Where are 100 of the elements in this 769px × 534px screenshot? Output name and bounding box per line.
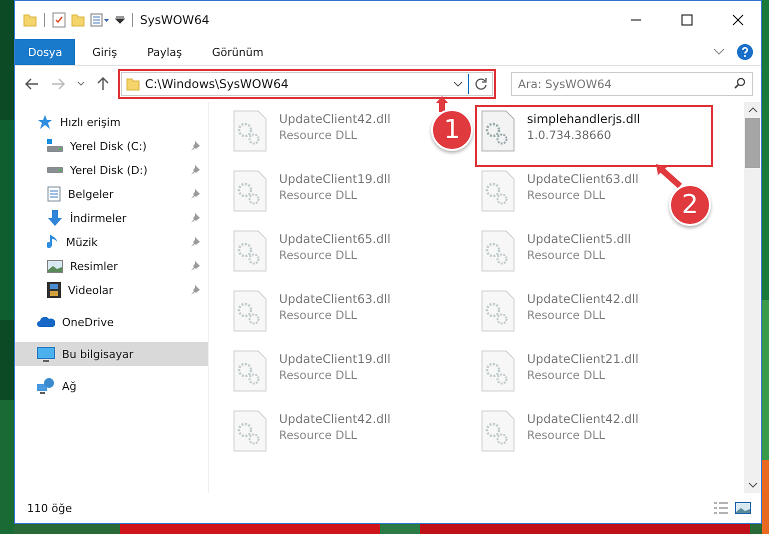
sidebar-label: İndirmeler [70, 212, 126, 224]
sidebar-label: Videolar [68, 284, 114, 296]
up-arrow-icon[interactable] [97, 77, 109, 91]
sidebar-item[interactable]: Hızlı erişim [15, 110, 208, 134]
item-count: 110 öğe [27, 502, 72, 514]
file-item[interactable]: UpdateClient19.dll Resource DLL [229, 167, 395, 223]
pin-icon[interactable] [190, 237, 200, 247]
file-detail: Resource DLL [527, 368, 606, 382]
ribbon-tab[interactable]: Dosya [15, 39, 76, 65]
file-detail: Resource DLL [279, 188, 358, 202]
sidebar-label: Yerel Disk (D:) [70, 164, 148, 176]
file-item[interactable]: UpdateClient19.dll Resource DLL [229, 347, 395, 403]
file-name: UpdateClient19.dll [279, 352, 391, 366]
thumbnail-view-icon[interactable] [735, 502, 751, 514]
sidebar-label: OneDrive [62, 316, 114, 328]
file-item[interactable]: UpdateClient21.dll Resource DLL [477, 347, 643, 403]
scroll-down-icon[interactable] [748, 481, 758, 489]
sidebar-item[interactable]: Yerel Disk (C:) [15, 134, 208, 158]
properties-icon[interactable] [90, 13, 110, 27]
file-name: UpdateClient42.dll [279, 412, 391, 426]
music-note-icon [47, 234, 59, 250]
file-name: UpdateClient63.dll [279, 292, 391, 306]
file-name: UpdateClient63.dll [527, 172, 639, 186]
folder-icon [126, 77, 140, 91]
file-detail: Resource DLL [279, 368, 358, 382]
sidebar-label: Bu bilgisayar [62, 348, 134, 360]
file-detail: 1.0.734.38660 [527, 128, 612, 142]
chevron-down-icon[interactable] [453, 81, 463, 87]
help-icon[interactable] [737, 44, 753, 60]
sidebar-item[interactable]: Bu bilgisayar [15, 342, 208, 366]
sidebar-item[interactable]: Ağ [15, 374, 208, 398]
highlighted-file-item[interactable]: simplehandlerjs.dll 1.0.734.38660 [477, 107, 711, 165]
network-icon [37, 378, 55, 394]
document-icon [47, 186, 61, 202]
pin-icon[interactable] [190, 261, 200, 271]
file-name: UpdateClient19.dll [279, 172, 391, 186]
file-detail: Resource DLL [527, 248, 606, 262]
file-detail: Resource DLL [279, 248, 358, 262]
pin-icon[interactable] [190, 141, 200, 151]
sidebar-item[interactable]: OneDrive [15, 310, 208, 334]
pin-icon[interactable] [190, 285, 200, 295]
file-detail: Resource DLL [527, 428, 606, 442]
film-icon [47, 282, 61, 298]
back-arrow-icon[interactable] [25, 78, 39, 90]
file-name: simplehandlerjs.dll [527, 112, 640, 126]
ribbon-tab[interactable]: Giriş [79, 39, 130, 65]
checklist-icon[interactable] [52, 12, 66, 28]
scroll-up-icon[interactable] [748, 106, 758, 114]
file-detail: Resource DLL [279, 428, 358, 442]
sidebar-item[interactable]: Yerel Disk (D:) [15, 158, 208, 182]
file-item[interactable]: UpdateClient65.dll Resource DLL [229, 227, 395, 283]
window-title: SysWOW64 [140, 13, 210, 27]
download-arrow-icon [47, 210, 63, 226]
address-bar[interactable]: C:\Windows\SysWOW64 [121, 72, 493, 96]
sidebar-label: Resimler [70, 260, 118, 272]
expand-ribbon-icon[interactable] [713, 48, 725, 56]
refresh-icon[interactable] [474, 77, 488, 91]
file-item[interactable]: UpdateClient42.dll Resource DLL [477, 407, 643, 463]
details-view-icon[interactable] [713, 502, 729, 514]
dropdown-icon[interactable] [115, 15, 125, 25]
sidebar-label: Hızlı erişim [60, 116, 121, 128]
scrollbar-thumb[interactable] [745, 118, 760, 168]
drive-icon [47, 167, 63, 173]
file-name: UpdateClient42.dll [279, 112, 391, 126]
file-name: UpdateClient65.dll [279, 232, 391, 246]
sidebar-label: Yerel Disk (C:) [70, 140, 147, 152]
file-item[interactable]: UpdateClient63.dll Resource DLL [477, 167, 643, 223]
pin-icon[interactable] [190, 213, 200, 223]
file-name: UpdateClient42.dll [527, 292, 639, 306]
star-icon [37, 114, 53, 130]
sidebar-label: Belgeler [68, 188, 114, 200]
file-detail: Resource DLL [527, 188, 606, 202]
file-name: UpdateClient42.dll [527, 412, 639, 426]
address-path: C:\Windows\SysWOW64 [145, 77, 288, 91]
sidebar-label: Ağ [62, 380, 77, 392]
sidebar-label: Müzik [66, 236, 98, 248]
file-item[interactable]: UpdateClient5.dll Resource DLL [477, 227, 635, 283]
file-item[interactable]: UpdateClient42.dll Resource DLL [477, 287, 643, 343]
drive-icon [47, 139, 63, 153]
pin-icon[interactable] [190, 189, 200, 199]
monitor-icon [37, 346, 55, 362]
ribbon-tab[interactable]: Paylaş [134, 39, 195, 65]
sidebar-item[interactable]: Videolar [15, 278, 208, 302]
search-icon [734, 77, 746, 89]
pin-icon[interactable] [190, 165, 200, 175]
ribbon-tab[interactable]: Görünüm [199, 39, 276, 65]
image-icon [47, 260, 63, 272]
sidebar-item[interactable]: Belgeler [15, 182, 208, 206]
cloud-icon [37, 316, 55, 328]
file-item[interactable]: UpdateClient42.dll Resource DLL [229, 107, 395, 163]
file-name: UpdateClient21.dll [527, 352, 639, 366]
file-item[interactable]: UpdateClient42.dll Resource DLL [229, 407, 395, 463]
sidebar-item[interactable]: Resimler [15, 254, 208, 278]
file-detail: Resource DLL [527, 308, 606, 322]
chevron-down-icon[interactable] [77, 81, 85, 87]
sidebar-item[interactable]: Müzik [15, 230, 208, 254]
search-field[interactable]: Ara: SysWOW64 [511, 72, 753, 96]
file-item[interactable]: UpdateClient63.dll Resource DLL [229, 287, 395, 343]
sidebar-item[interactable]: İndirmeler [15, 206, 208, 230]
file-detail: Resource DLL [279, 308, 358, 322]
